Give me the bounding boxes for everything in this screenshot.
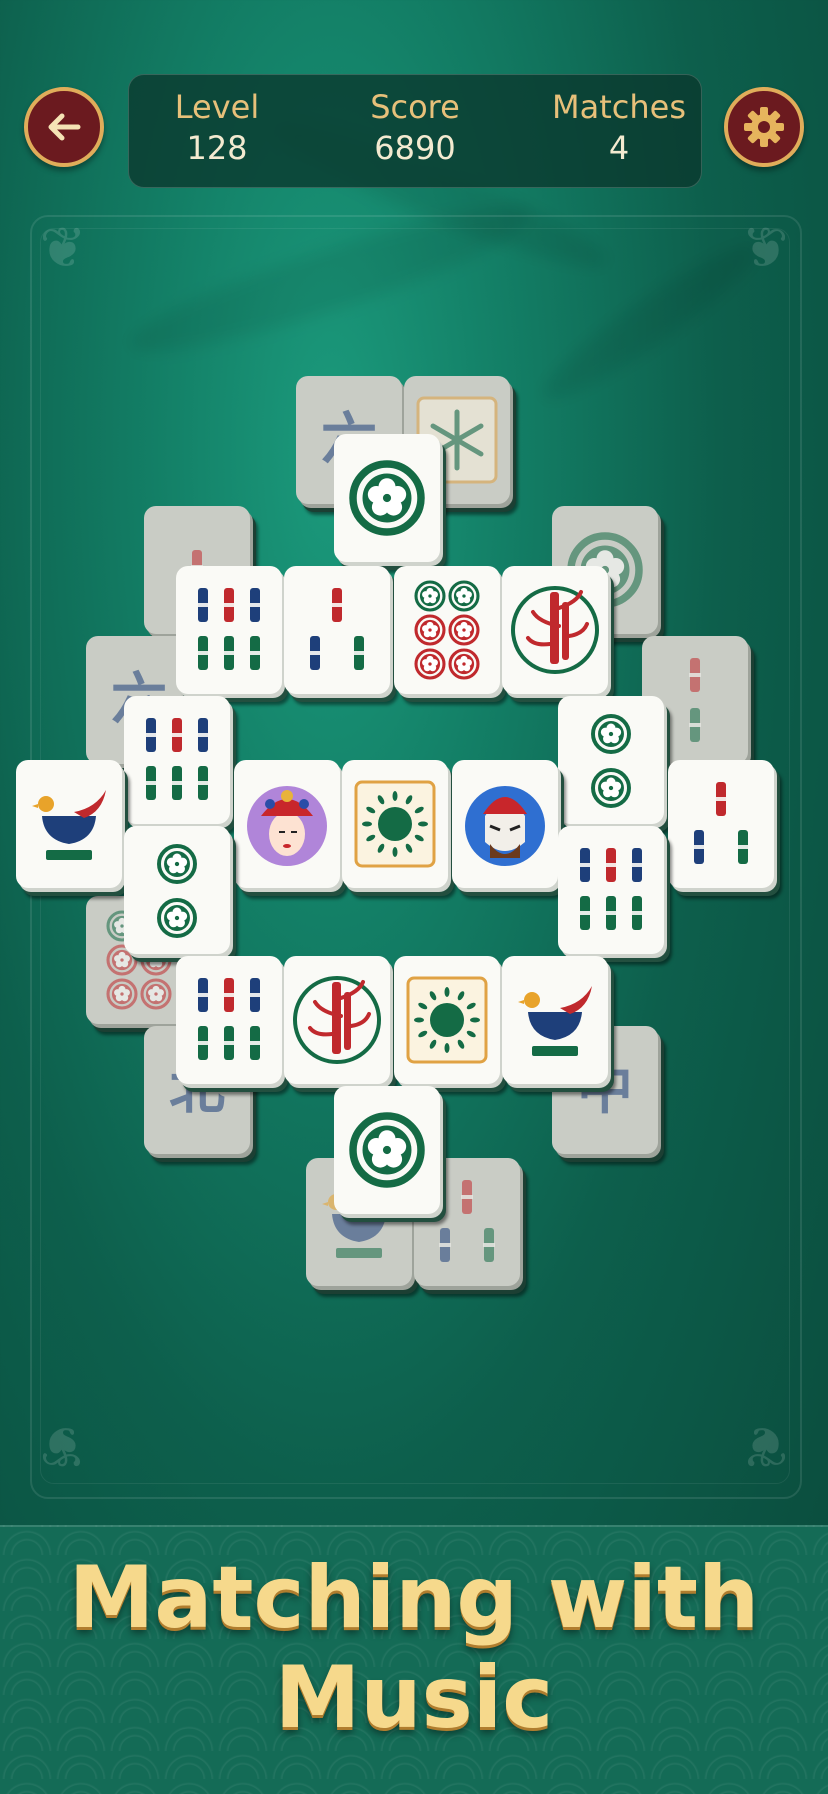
corner-ornament-icon: ❦ (741, 1413, 789, 1478)
slogan-line-2: Music (274, 1648, 554, 1748)
circle-2-icon (157, 844, 197, 938)
tile-circle-2[interactable] (558, 696, 664, 824)
tile-bird[interactable] (16, 760, 122, 888)
level-label: Level (174, 88, 260, 126)
matches-label: Matches (552, 88, 686, 126)
tile-face (124, 696, 230, 824)
bird-icon (518, 986, 592, 1056)
corner-ornament-icon: ❦ (39, 1413, 87, 1478)
bamboo-6-icon (197, 978, 261, 1060)
tile-face (284, 566, 390, 694)
tile-face (452, 760, 558, 888)
tile-bamboo-plant[interactable] (502, 566, 608, 694)
tile-face (668, 760, 774, 888)
tile-face (234, 760, 340, 888)
corner-ornament-icon: ❦ (39, 216, 87, 281)
tile-circle-2[interactable] (124, 826, 230, 954)
tile-opera-mask-lady[interactable] (234, 760, 340, 888)
score-label: Score (370, 88, 460, 126)
tile-face (176, 566, 282, 694)
tile-bird[interactable] (502, 956, 608, 1084)
tile-face (342, 760, 448, 888)
bamboo-6-icon (197, 588, 261, 670)
opera-mask-warrior-icon (465, 786, 545, 866)
bamboo-6-icon (145, 718, 209, 800)
sun-flower-icon (406, 976, 488, 1064)
tile-face (284, 956, 390, 1084)
tile-bamboo-3[interactable] (668, 760, 774, 888)
tile-face (502, 956, 608, 1084)
gear-icon (744, 107, 784, 147)
tile-circle-1[interactable] (334, 434, 440, 562)
tile-opera-mask-warrior[interactable] (452, 760, 558, 888)
level-value: 128 (186, 129, 248, 167)
tile-bamboo-6[interactable] (176, 566, 282, 694)
bamboo-plant-icon (293, 976, 381, 1064)
tile-face (334, 1086, 440, 1214)
matches-value: 4 (608, 129, 630, 167)
corner-ornament-icon: ❦ (741, 216, 789, 281)
tile-bamboo-3[interactable] (284, 566, 390, 694)
circle-2-icon (591, 714, 631, 808)
bamboo-6-icon (579, 848, 643, 930)
level-stat: Level 128 (137, 87, 297, 169)
tile-circle-6[interactable] (394, 566, 500, 694)
tile-face (394, 956, 500, 1084)
tile-face (394, 566, 500, 694)
slogan-line-1: Matching with (68, 1548, 760, 1648)
bamboo-plant-icon (511, 586, 599, 674)
arrow-left-icon (48, 113, 81, 141)
tile-face (334, 434, 440, 562)
bamboo-3-icon (309, 588, 365, 670)
score-stat: Score 6890 (335, 87, 495, 169)
tile-face (16, 760, 122, 888)
circle-6-icon (414, 580, 480, 680)
tile-circle-1[interactable] (334, 1086, 440, 1214)
stats-panel: Level 128 Score 6890 Matches 4 (128, 74, 702, 188)
bamboo-3-icon (693, 782, 749, 864)
tile-sun-flower[interactable] (394, 956, 500, 1084)
sun-flower-icon (354, 780, 436, 868)
circle-1-icon (349, 460, 425, 536)
tile-face (558, 696, 664, 824)
opera-mask-lady-icon (247, 786, 327, 866)
tile-bamboo-plant[interactable] (284, 956, 390, 1084)
tile-bamboo-6[interactable] (558, 826, 664, 954)
tile-face (502, 566, 608, 694)
circle-1-icon (349, 1112, 425, 1188)
tile-face (176, 956, 282, 1084)
matches-stat: Matches 4 (529, 87, 709, 169)
tile-face (558, 826, 664, 954)
tile-face (124, 826, 230, 954)
tile-bamboo-6[interactable] (124, 696, 230, 824)
score-value: 6890 (374, 129, 456, 167)
back-button[interactable] (24, 87, 104, 167)
tile-bamboo-6[interactable] (176, 956, 282, 1084)
tile-sun-flower[interactable] (342, 760, 448, 888)
settings-button[interactable] (724, 87, 804, 167)
bird-icon (32, 790, 106, 860)
